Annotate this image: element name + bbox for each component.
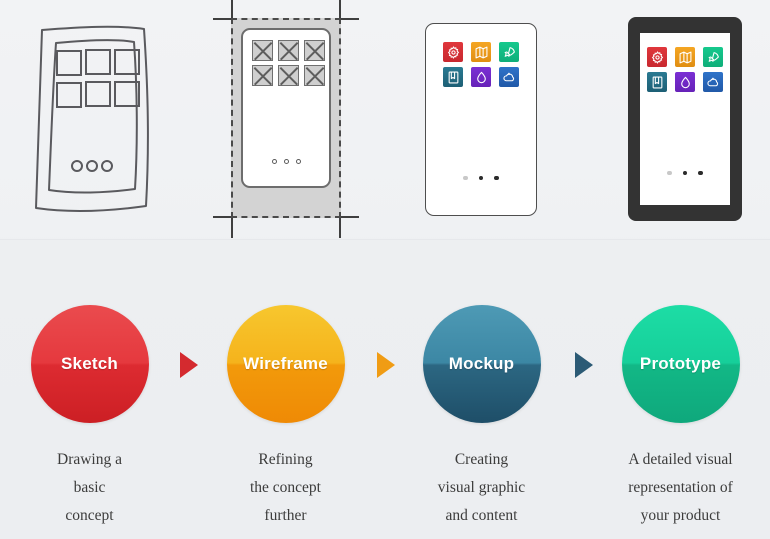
cloud-icon bbox=[499, 67, 519, 87]
page-dot bbox=[283, 159, 289, 164]
crop-mark-bottom-left-horizontal bbox=[213, 216, 233, 218]
page-dot bbox=[271, 159, 277, 164]
prototype-app-grid bbox=[647, 47, 723, 92]
droplet-icon bbox=[471, 67, 491, 87]
book-icon bbox=[443, 67, 463, 87]
map-icon bbox=[675, 47, 695, 67]
page-dot-inactive bbox=[463, 175, 468, 180]
crop-mark-top-right-horizontal bbox=[339, 18, 359, 20]
sketch-device bbox=[20, 14, 165, 219]
stage-caption: Creating visual graphic and content bbox=[437, 451, 526, 524]
cloud-icon bbox=[703, 72, 723, 92]
infographic-canvas: Sketch Drawing a basic concept Wireframe… bbox=[0, 0, 770, 539]
placeholder-box-icon bbox=[278, 40, 299, 61]
placeholder-box-icon bbox=[304, 40, 325, 61]
wireframe-screen bbox=[241, 28, 331, 188]
prototype-device bbox=[628, 17, 742, 221]
gear-icon bbox=[647, 47, 667, 67]
crop-mark-bottom-left-vertical bbox=[231, 216, 233, 238]
page-dot-inactive bbox=[667, 170, 672, 175]
rocket-icon bbox=[703, 47, 723, 67]
page-dot-active bbox=[698, 170, 703, 175]
gear-icon bbox=[443, 42, 463, 62]
stage-caption: Refining the concept further bbox=[249, 451, 321, 524]
placeholder-box-icon bbox=[304, 65, 325, 86]
stage-caption: A detailed visual representation of your… bbox=[628, 451, 733, 524]
mockup-page-dots bbox=[426, 175, 536, 180]
page-dot-active bbox=[478, 175, 484, 180]
stage-mockup: Mockup Creating visual graphic and conte… bbox=[384, 305, 579, 530]
droplet-icon bbox=[675, 72, 695, 92]
crop-mark-top-left-horizontal bbox=[213, 18, 233, 20]
page-dot bbox=[295, 159, 301, 164]
stage-prototype: Prototype A detailed visual representati… bbox=[583, 305, 770, 530]
wireframe-icon-grid bbox=[252, 40, 325, 86]
stage-circle-wireframe[interactable]: Wireframe bbox=[226, 305, 345, 423]
crop-mark-bottom-right-vertical bbox=[339, 216, 341, 238]
page-dot-active bbox=[682, 170, 688, 175]
page-dot-active bbox=[494, 175, 499, 180]
prototype-screen bbox=[640, 33, 730, 205]
stage-caption: Drawing a basic concept bbox=[57, 451, 122, 524]
stage-label: Wireframe bbox=[243, 354, 328, 373]
stage-label: Mockup bbox=[448, 354, 515, 373]
stage-circle-mockup[interactable]: Mockup bbox=[422, 305, 541, 423]
stage-wireframe: Wireframe Refining the concept further bbox=[188, 305, 383, 530]
mockup-app-grid bbox=[443, 42, 519, 87]
placeholder-box-icon bbox=[252, 65, 273, 86]
prototype-page-dots bbox=[640, 170, 730, 175]
placeholder-box-icon bbox=[278, 65, 299, 86]
section-divider bbox=[0, 239, 770, 240]
arrow-sketch-to-wireframe bbox=[180, 352, 198, 378]
stage-circle-prototype[interactable]: Prototype bbox=[621, 305, 740, 423]
arrow-mockup-to-prototype bbox=[575, 352, 593, 378]
stage-sketch: Sketch Drawing a basic concept bbox=[0, 305, 187, 530]
stage-label: Prototype bbox=[639, 354, 722, 373]
arrow-wireframe-to-mockup bbox=[377, 352, 395, 378]
mockup-device bbox=[425, 23, 537, 216]
map-icon bbox=[471, 42, 491, 62]
stage-circle-sketch[interactable]: Sketch bbox=[30, 305, 149, 423]
book-icon bbox=[647, 72, 667, 92]
rocket-icon bbox=[499, 42, 519, 62]
wireframe-device bbox=[213, 0, 359, 238]
stage-label: Sketch bbox=[61, 354, 118, 373]
wireframe-page-dots bbox=[243, 159, 329, 164]
placeholder-box-icon bbox=[252, 40, 273, 61]
crop-mark-bottom-right-horizontal bbox=[339, 216, 359, 218]
